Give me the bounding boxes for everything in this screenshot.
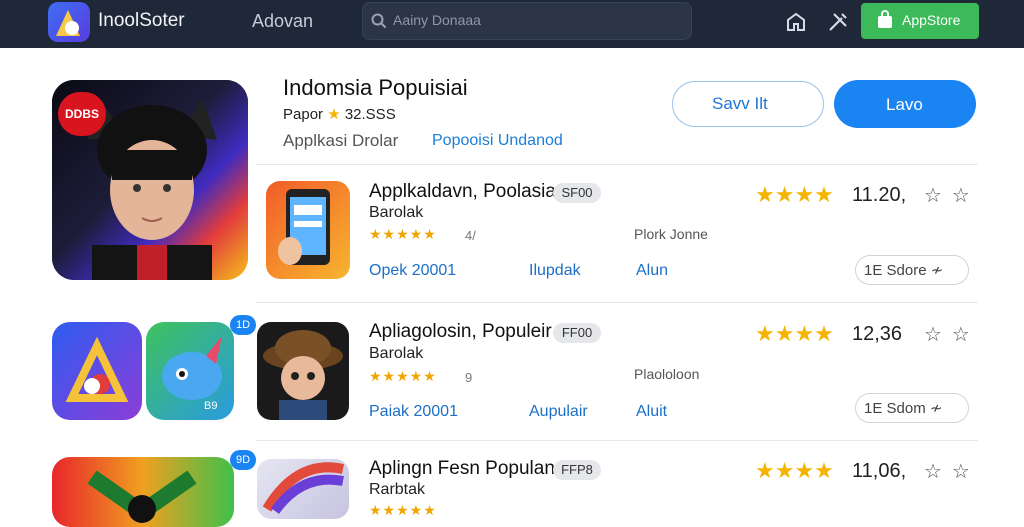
price-badge: SF00 bbox=[553, 183, 601, 203]
app-icon-x[interactable] bbox=[52, 457, 234, 527]
rating-value: 11,06, bbox=[852, 460, 907, 482]
star-icon: ★ bbox=[327, 106, 341, 123]
app-icon-swoosh[interactable] bbox=[257, 459, 349, 519]
developer-name: Plaololoon bbox=[634, 366, 700, 382]
outline-stars[interactable]: ☆☆ bbox=[924, 459, 980, 484]
search-icon bbox=[371, 13, 387, 29]
action-pill-label: 1E Sdore ≁ bbox=[864, 262, 944, 279]
rating-value: 12,36 bbox=[852, 323, 903, 345]
big-stars: ★★★★ bbox=[755, 321, 834, 346]
divider bbox=[256, 164, 978, 165]
app-subtitle: Barolak bbox=[369, 204, 424, 221]
home-icon[interactable] bbox=[784, 10, 808, 34]
app-subtitle: Rarbtak bbox=[369, 481, 426, 498]
rating-stars: ★★★★★ bbox=[369, 502, 437, 518]
big-stars: ★★★★ bbox=[755, 182, 834, 207]
rating-stars: ★★★★★ bbox=[369, 368, 437, 384]
icon-label: B9 bbox=[204, 400, 218, 412]
rating-stars: ★★★★★ bbox=[369, 226, 437, 242]
app-logo[interactable] bbox=[48, 2, 90, 42]
meta-link-right[interactable]: Aluit bbox=[636, 403, 667, 421]
brand-name: InoolSoter bbox=[98, 10, 185, 31]
divider bbox=[256, 302, 978, 303]
app-icon-fish[interactable]: B9 bbox=[146, 322, 234, 420]
price-badge: FFP8 bbox=[553, 460, 601, 480]
notification-badge: 1D bbox=[230, 315, 256, 335]
divider bbox=[256, 440, 978, 441]
meta-link[interactable]: Aupulair bbox=[529, 403, 588, 421]
meta-link[interactable]: Ilupdak bbox=[529, 262, 581, 280]
nav-link[interactable]: Adovan bbox=[252, 11, 313, 32]
save-button-label: Savv Ilt bbox=[712, 94, 768, 113]
outline-stars[interactable]: ☆☆ bbox=[924, 322, 980, 347]
notification-badge: 9D bbox=[230, 450, 256, 470]
app-subtitle: Barolak bbox=[369, 345, 424, 362]
hero-app-icon[interactable]: DDBS bbox=[52, 80, 248, 280]
app-icon-triangle[interactable] bbox=[52, 322, 142, 420]
hero-subtitle: Papor ★ 32.SSS bbox=[283, 106, 396, 123]
meta-left: Paiak 20001 bbox=[369, 403, 458, 420]
rating-count: 4/ bbox=[465, 228, 476, 243]
hero-category-link[interactable]: Popooisi Undanod bbox=[432, 132, 563, 150]
hero-title: Indomsia Popuisiai bbox=[283, 75, 468, 100]
meta-left: Opek 20001 bbox=[369, 262, 457, 279]
search-placeholder: Aainy Donaaa bbox=[393, 12, 481, 28]
app-icon-phone[interactable] bbox=[266, 181, 350, 279]
big-stars: ★★★★ bbox=[755, 458, 834, 483]
meta-link-right[interactable]: Alun bbox=[636, 262, 668, 280]
launch-button-label: Lavo bbox=[886, 95, 923, 114]
shopping-bag-icon bbox=[878, 10, 892, 28]
appstore-label: AppStore bbox=[902, 12, 961, 28]
action-pill-label: 1E Sdom ≁ bbox=[864, 400, 943, 417]
price-badge: FF00 bbox=[553, 323, 601, 343]
app-title[interactable]: Aplingn Fesn Populan bbox=[369, 458, 555, 480]
hero-badge: DDBS bbox=[58, 92, 106, 136]
rating-value: 11.20, bbox=[852, 184, 907, 206]
app-icon-character[interactable] bbox=[257, 322, 349, 420]
app-title[interactable]: Applkaldavn, Poolasia bbox=[369, 181, 556, 203]
hero-category: Applkasi Drolar bbox=[283, 131, 399, 150]
developer-name: Plork Jonne bbox=[634, 226, 708, 242]
rating-count: 9 bbox=[465, 370, 473, 385]
tools-icon[interactable] bbox=[826, 10, 850, 34]
outline-stars[interactable]: ☆☆ bbox=[924, 183, 980, 208]
app-title[interactable]: Apliagolosin, Populeir bbox=[369, 321, 552, 343]
